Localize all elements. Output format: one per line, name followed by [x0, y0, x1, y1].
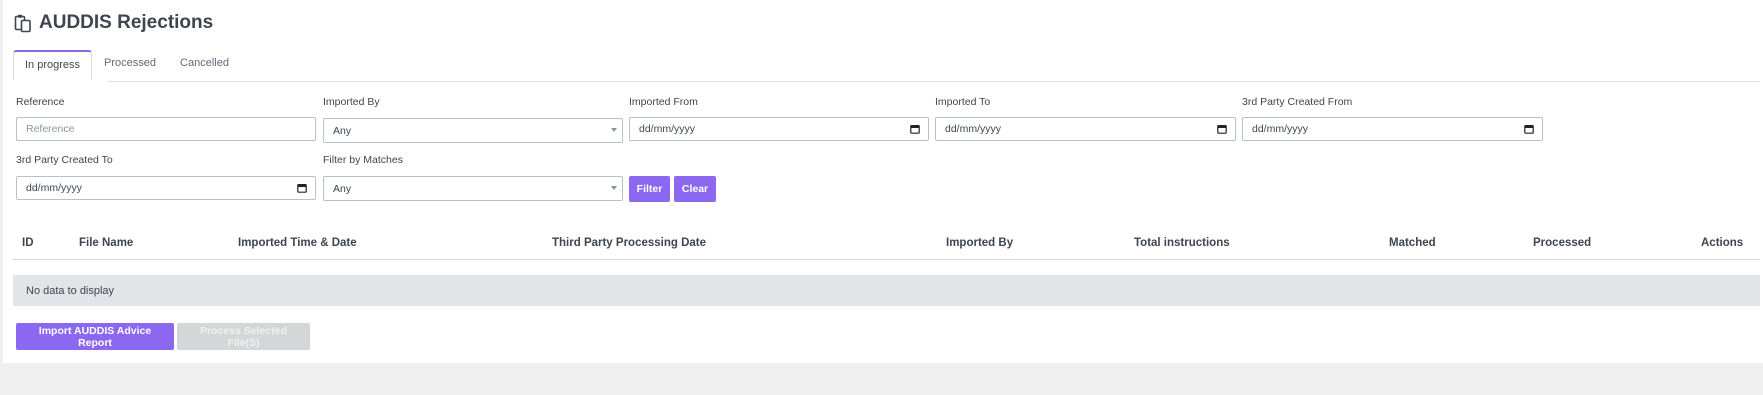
- empty-message: No data to display: [26, 284, 115, 297]
- tab-in-progress[interactable]: In progress: [13, 50, 93, 80]
- imported-to-label: Imported To: [935, 96, 991, 108]
- filter-by-matches-value: Any: [333, 182, 352, 195]
- clipboard-copy-icon: [13, 13, 33, 33]
- reference-input[interactable]: [16, 117, 316, 141]
- imported-from-label: Imported From: [629, 96, 698, 108]
- reference-label: Reference: [16, 96, 65, 108]
- imported-to-value: dd/mm/yyyy: [945, 123, 1002, 135]
- column-header-actions: Actions: [1701, 237, 1744, 249]
- third-party-created-from-value: dd/mm/yyyy: [1252, 123, 1309, 135]
- imported-by-label: Imported By: [323, 96, 380, 108]
- caret-down-icon: [611, 186, 617, 190]
- caret-down-icon: [611, 128, 617, 132]
- empty-table-row: No data to display: [13, 275, 1760, 306]
- third-party-created-to-value: dd/mm/yyyy: [26, 182, 83, 194]
- column-header-id[interactable]: ID: [22, 237, 34, 249]
- column-header-total-instructions[interactable]: Total instructions: [1134, 237, 1230, 249]
- import-auddis-advice-report-button[interactable]: Import AUDDIS Advice Report: [16, 323, 174, 350]
- tabs-divider: [108, 81, 1760, 82]
- calendar-icon[interactable]: [1524, 124, 1534, 137]
- table-header: ID File Name Imported Time & Date Third …: [13, 234, 1760, 260]
- column-header-imported-time-date[interactable]: Imported Time & Date: [238, 237, 357, 249]
- imported-by-select[interactable]: Any: [323, 118, 623, 143]
- third-party-created-from-label: 3rd Party Created From: [1242, 96, 1353, 108]
- third-party-created-to-label: 3rd Party Created To: [16, 154, 113, 166]
- filter-by-matches-label: Filter by Matches: [323, 154, 403, 166]
- tab-cancelled[interactable]: Cancelled: [168, 52, 241, 80]
- imported-to-date[interactable]: dd/mm/yyyy: [935, 117, 1236, 141]
- third-party-created-from-date[interactable]: dd/mm/yyyy: [1242, 117, 1543, 141]
- clear-button[interactable]: Clear: [674, 176, 716, 202]
- column-header-matched[interactable]: Matched: [1389, 237, 1436, 249]
- third-party-created-to-date[interactable]: dd/mm/yyyy: [16, 176, 316, 200]
- calendar-icon[interactable]: [297, 183, 307, 196]
- imported-from-date[interactable]: dd/mm/yyyy: [629, 117, 929, 141]
- imported-by-value: Any: [333, 124, 352, 137]
- status-tabs: In progress Processed Cancelled: [13, 50, 241, 80]
- column-header-file-name[interactable]: File Name: [79, 237, 133, 249]
- process-selected-files-button[interactable]: Process Selected File(S): [177, 323, 310, 350]
- filter-button[interactable]: Filter: [629, 176, 670, 202]
- tab-processed[interactable]: Processed: [92, 52, 168, 80]
- calendar-icon[interactable]: [910, 124, 920, 137]
- page-title: AUDDIS Rejections: [13, 12, 213, 34]
- column-header-processed[interactable]: Processed: [1533, 237, 1591, 249]
- filter-by-matches-select[interactable]: Any: [323, 176, 623, 201]
- column-header-third-party-processing-date[interactable]: Third Party Processing Date: [552, 237, 706, 249]
- calendar-icon[interactable]: [1217, 124, 1227, 137]
- column-header-imported-by[interactable]: Imported By: [946, 237, 1013, 249]
- page-title-text: AUDDIS Rejections: [39, 12, 214, 33]
- imported-from-value: dd/mm/yyyy: [639, 123, 696, 135]
